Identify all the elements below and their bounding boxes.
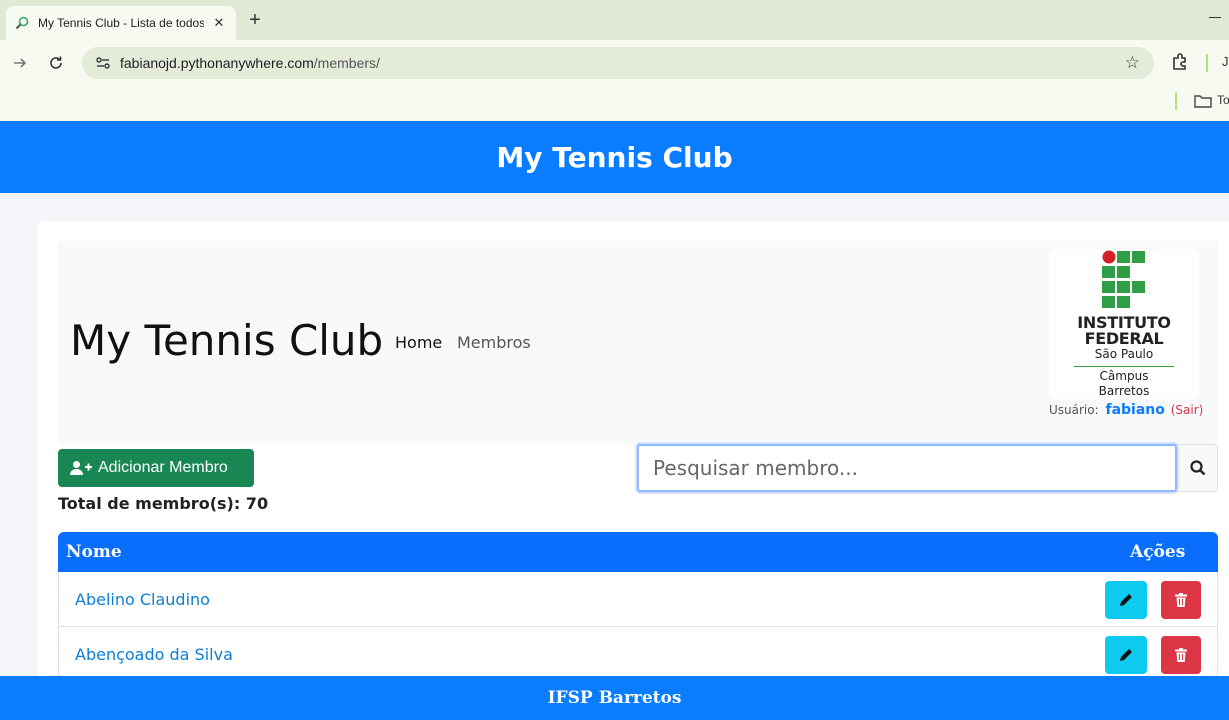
column-header-acoes: Ações	[1130, 542, 1186, 562]
navbar-brand[interactable]: My Tennis Club	[70, 316, 383, 365]
pencil-icon	[1120, 594, 1132, 606]
address-bar[interactable]: fabianojd.pythonanywhere.com/members/ ☆	[82, 47, 1154, 79]
delete-button[interactable]	[1161, 581, 1201, 619]
ifsp-logo-mark-icon	[1102, 250, 1145, 308]
bookmark-star-icon[interactable]: ☆	[1125, 53, 1140, 73]
user-plus-icon	[70, 460, 92, 476]
column-header-nome: Nome	[66, 542, 122, 562]
extensions-icon[interactable]	[1170, 52, 1190, 76]
page-header: My Tennis Club	[0, 121, 1229, 193]
user-name: fabiano	[1105, 402, 1165, 418]
tennis-favicon-icon	[14, 15, 30, 31]
search-button[interactable]	[1178, 444, 1218, 492]
user-info: Usuário: fabiano (Sair)	[1049, 402, 1203, 418]
profile-button[interactable]: J	[1222, 54, 1229, 69]
new-tab-icon[interactable]: +	[244, 9, 266, 32]
add-member-label: Adicionar Membro	[98, 459, 228, 476]
logo-text-federal: FEDERAL	[1084, 329, 1164, 348]
page-title: My Tennis Club	[496, 140, 733, 174]
member-link[interactable]: Abelino Claudino	[75, 590, 210, 609]
logout-link[interactable]: (Sair)	[1171, 403, 1204, 417]
edit-button[interactable]	[1105, 636, 1147, 674]
trash-icon	[1175, 593, 1187, 607]
tab-close-icon[interactable]: ✕	[210, 16, 228, 31]
nav-link-members[interactable]: Membros	[457, 333, 531, 352]
add-member-button[interactable]: Adicionar Membro	[58, 449, 254, 487]
edit-button[interactable]	[1105, 581, 1147, 619]
toolbar-separator	[1206, 54, 1208, 72]
logo-divider	[1074, 366, 1174, 367]
footer-text: IFSP Barretos	[547, 688, 682, 708]
bookmarks-bar: To	[0, 86, 1229, 121]
minimize-icon[interactable]	[1209, 17, 1221, 18]
search-icon	[1190, 460, 1206, 476]
logo-text-barretos: Barretos	[1098, 384, 1150, 398]
table-row: Abelino Claudino	[58, 572, 1218, 627]
url-text: fabianojd.pythonanywhere.com/members/	[120, 55, 380, 71]
folder-icon[interactable]	[1194, 93, 1212, 113]
browser-tab-title: My Tennis Club - Lista de todos	[38, 16, 204, 30]
site-settings-icon[interactable]	[86, 55, 120, 71]
forward-icon[interactable]	[8, 51, 32, 75]
user-label: Usuário:	[1049, 403, 1099, 417]
browser-tab[interactable]: My Tennis Club - Lista de todos ✕	[6, 6, 236, 40]
logo-text-sao-paulo: São Paulo	[1094, 347, 1154, 361]
browser-tab-bar: My Tennis Club - Lista de todos ✕ +	[0, 0, 1229, 40]
reload-icon[interactable]	[44, 51, 68, 75]
member-link[interactable]: Abençoado da Silva	[75, 645, 233, 664]
browser-toolbar: fabianojd.pythonanywhere.com/members/ ☆ …	[0, 40, 1229, 86]
table-row: Abençoado da Silva	[58, 627, 1218, 682]
logo-text-campus: Câmpus	[1099, 369, 1149, 383]
nav-link-home[interactable]: Home	[395, 333, 442, 352]
bookmark-folder-label[interactable]: To	[1217, 93, 1229, 107]
trash-icon	[1175, 648, 1187, 662]
search-input[interactable]	[637, 444, 1177, 492]
pencil-icon	[1120, 649, 1132, 661]
table-header: Nome Ações	[58, 532, 1218, 572]
total-members: Total de membro(s): 70	[58, 494, 269, 513]
bookmarks-separator	[1175, 92, 1177, 110]
page-footer: IFSP Barretos	[0, 676, 1229, 720]
delete-button[interactable]	[1161, 636, 1201, 674]
